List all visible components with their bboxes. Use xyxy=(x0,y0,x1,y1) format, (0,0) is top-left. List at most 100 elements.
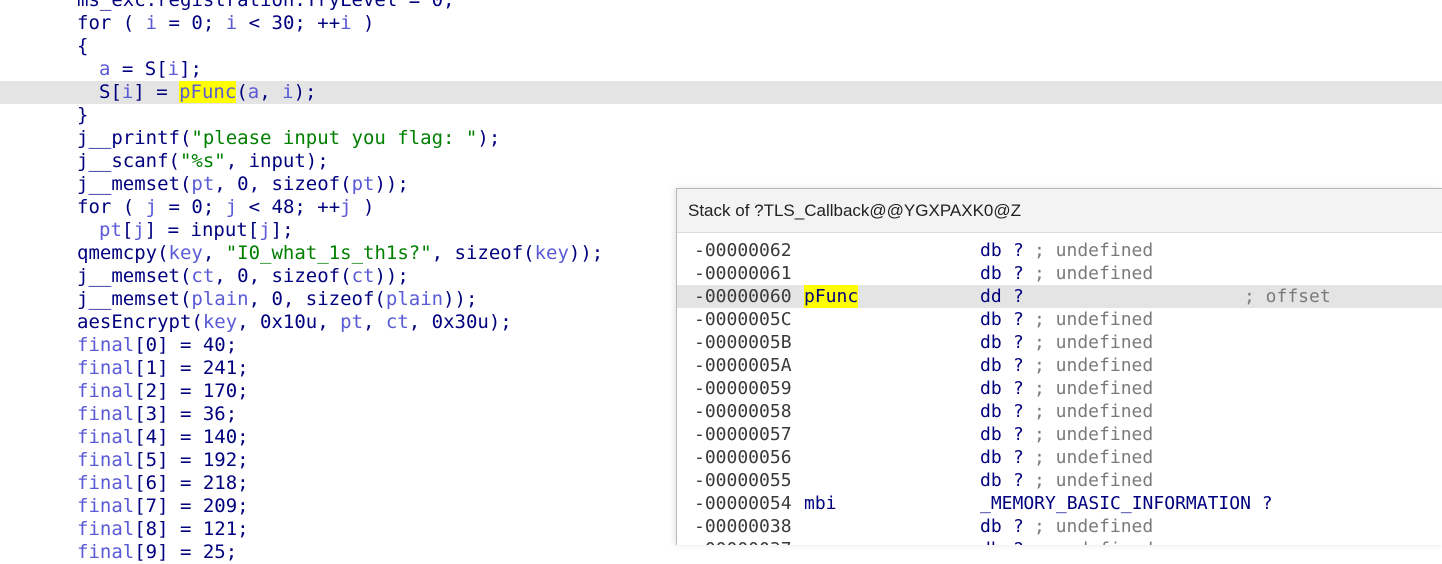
stack-var-type: db xyxy=(980,240,1002,261)
stack-var-type: db xyxy=(980,332,1002,353)
stack-row[interactable]: -00000054 mbi _MEMORY_BASIC_INFORMATION ? xyxy=(677,492,1442,515)
stack-row[interactable]: -00000057 db? ; undefined xyxy=(677,423,1442,446)
identifier[interactable]: ct xyxy=(386,311,409,333)
code-line[interactable]: S[i] = pFunc(a, i); xyxy=(0,81,1442,104)
identifier[interactable]: pt xyxy=(340,311,363,333)
stack-row[interactable]: -00000062 db? ; undefined xyxy=(677,239,1442,262)
stack-var-type: db xyxy=(980,447,1002,468)
identifier[interactable]: final xyxy=(77,334,134,356)
stack-row[interactable]: -0000005B db? ; undefined xyxy=(677,331,1442,354)
stack-var-value: ? xyxy=(1013,332,1024,353)
identifier[interactable]: j xyxy=(146,196,157,218)
code-token: j__memset( xyxy=(77,288,192,310)
stack-row[interactable]: -00000056 db? ; undefined xyxy=(677,446,1442,469)
identifier[interactable]: pt xyxy=(352,173,375,195)
code-line[interactable]: { xyxy=(0,35,1442,58)
stack-var-name[interactable]: pFunc xyxy=(804,285,859,308)
stack-offset: -0000005B xyxy=(694,332,792,353)
identifier[interactable]: final xyxy=(77,472,134,494)
stack-row[interactable]: -00000060 pFunc dd? ; offset xyxy=(677,285,1442,308)
identifier[interactable]: j xyxy=(133,219,144,241)
code-line[interactable]: ms_exc.registration.TryLevel = 0; xyxy=(0,0,1442,12)
code-token: , xyxy=(363,311,386,333)
stack-var-type: db xyxy=(980,401,1002,422)
identifier[interactable]: ct xyxy=(191,265,214,287)
stack-row[interactable]: -00000058 db? ; undefined xyxy=(677,400,1442,423)
stack-var-type: db xyxy=(980,378,1002,399)
stack-offset: -00000058 xyxy=(694,401,792,422)
stack-var-type: db xyxy=(980,516,1002,537)
code-token: )); xyxy=(443,288,478,310)
identifier[interactable]: ct xyxy=(352,265,375,287)
code-token: ( xyxy=(236,81,248,103)
identifier[interactable]: final xyxy=(77,449,134,471)
identifier[interactable]: i xyxy=(282,81,293,103)
identifier[interactable]: i xyxy=(340,12,351,34)
code-token: [4] = 140; xyxy=(134,426,249,448)
identifier[interactable]: i xyxy=(146,12,157,34)
identifier[interactable]: a xyxy=(248,81,259,103)
code-token: < 30; ++ xyxy=(237,12,341,34)
code-token: ] = input[ xyxy=(144,219,260,241)
stack-row[interactable]: -00000061 db? ; undefined xyxy=(677,262,1442,285)
identifier[interactable]: final xyxy=(77,518,134,540)
stack-comment: ; undefined xyxy=(1034,332,1154,353)
code-token: [7] = 209; xyxy=(134,495,249,517)
identifier[interactable]: final xyxy=(77,380,134,402)
identifier[interactable]: j xyxy=(340,196,351,218)
code-text: aesEncrypt(key, 0x10u, pt, ct, 0x30u); xyxy=(77,311,512,334)
code-token: ); xyxy=(293,81,317,103)
identifier[interactable]: plain xyxy=(386,288,443,310)
stack-frame-list[interactable]: -00000062 db? ; undefined -00000061 db? ; und… xyxy=(677,239,1442,545)
identifier[interactable]: a xyxy=(99,58,110,80)
code-line[interactable]: } xyxy=(0,104,1442,127)
code-token: [8] = 121; xyxy=(134,518,249,540)
code-token: ] = xyxy=(133,81,180,103)
code-line[interactable]: j__printf("please input you flag: "); xyxy=(0,127,1442,150)
stack-row[interactable]: -00000055 db? ; undefined xyxy=(677,469,1442,492)
stack-comment: ; undefined xyxy=(1034,240,1154,261)
code-text: final[5] = 192; xyxy=(77,449,249,472)
identifier[interactable]: final xyxy=(77,403,134,425)
stack-frame-window[interactable]: Stack of ?TLS_Callback@@YGXPAXK0@Z -0000… xyxy=(676,188,1442,545)
stack-row[interactable]: -00000038 db? ; undefined xyxy=(677,515,1442,538)
identifier[interactable]: i xyxy=(122,81,133,103)
stack-var-value: ? xyxy=(1013,401,1024,422)
identifier[interactable]: pt xyxy=(191,173,214,195)
identifier[interactable]: final xyxy=(77,495,134,517)
stack-comment: ; undefined xyxy=(1034,309,1154,330)
stack-comment: ; undefined xyxy=(1034,401,1154,422)
stack-var-name[interactable]: mbi xyxy=(804,492,837,515)
code-token: ) xyxy=(351,196,375,218)
identifier[interactable]: plain xyxy=(191,288,248,310)
stack-row[interactable]: -00000059 db? ; undefined xyxy=(677,377,1442,400)
stack-var-type: db xyxy=(980,309,1002,330)
code-token: , xyxy=(202,242,226,264)
stack-offset: -00000054 xyxy=(694,493,792,514)
identifier[interactable]: j xyxy=(226,196,237,218)
stack-var-type: db xyxy=(980,263,1002,284)
identifier[interactable]: i xyxy=(168,58,179,80)
identifier[interactable]: i xyxy=(226,12,237,34)
identifier[interactable]: key xyxy=(535,242,569,264)
code-line[interactable]: a = S[i]; xyxy=(0,58,1442,81)
stack-comment: ; undefined xyxy=(1034,355,1154,376)
string-literal: "please input you flag: " xyxy=(191,127,478,149)
stack-row[interactable]: -0000005A db? ; undefined xyxy=(677,354,1442,377)
identifier[interactable]: key xyxy=(203,311,237,333)
stack-var-value: ? xyxy=(1013,424,1024,445)
identifier[interactable]: pFunc xyxy=(179,81,237,103)
stack-var-value: ? xyxy=(1013,378,1024,399)
identifier[interactable]: pt xyxy=(99,219,122,241)
identifier[interactable]: key xyxy=(169,242,203,264)
stack-var-type: db xyxy=(980,424,1002,445)
identifier[interactable]: final xyxy=(77,541,134,563)
identifier[interactable]: final xyxy=(77,426,134,448)
identifier[interactable]: final xyxy=(77,357,134,379)
identifier[interactable]: j xyxy=(259,219,270,241)
stack-row[interactable]: -0000005C db? ; undefined xyxy=(677,308,1442,331)
code-line[interactable]: for ( i = 0; i < 30; ++i ) xyxy=(0,12,1442,35)
stack-comment: ; undefined xyxy=(1034,447,1154,468)
code-line[interactable]: j__scanf("%s", input); xyxy=(0,150,1442,173)
code-token: , xyxy=(259,81,283,103)
